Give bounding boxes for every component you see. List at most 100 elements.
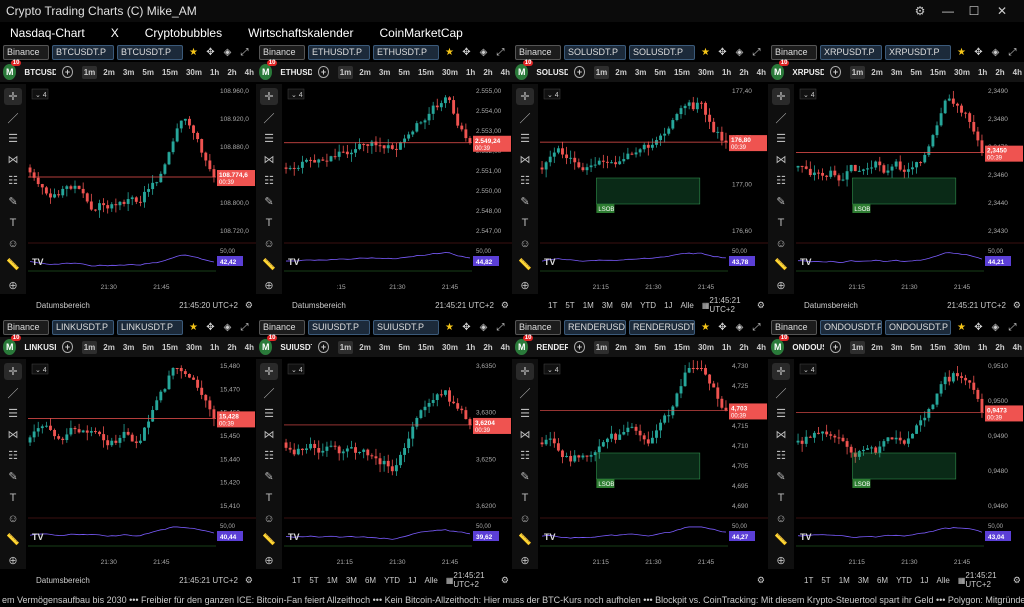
timeframe-2m[interactable]: 2m: [613, 66, 629, 79]
avatar[interactable]: M 10: [259, 335, 278, 355]
timeframe-5m[interactable]: 5m: [652, 66, 668, 79]
symbol-select[interactable]: SUIUSDT.P: [308, 319, 370, 335]
calendar-icon[interactable]: ▦: [702, 301, 710, 310]
range-button[interactable]: 1M: [327, 576, 338, 585]
emoji-icon[interactable]: ☺: [772, 235, 790, 252]
symbol-label[interactable]: BTCUSDT: [24, 68, 56, 77]
star-icon[interactable]: ★: [699, 46, 712, 59]
zoom-icon[interactable]: ⊕: [516, 277, 534, 294]
range-button[interactable]: YTD: [640, 301, 656, 310]
date-range-button[interactable]: Datumsbereich: [36, 301, 90, 310]
timeframe-15m[interactable]: 15m: [928, 66, 948, 79]
timeframe-15m[interactable]: 15m: [672, 66, 692, 79]
timeframe-1m[interactable]: 1m: [849, 65, 866, 79]
timeframe-30m[interactable]: 30m: [440, 66, 460, 79]
measure-icon[interactable]: ☷: [260, 447, 278, 464]
crosshair-icon[interactable]: ✛: [260, 363, 278, 380]
symbol-select[interactable]: ETHUSDT.P: [308, 44, 370, 60]
range-button[interactable]: 1T: [804, 576, 813, 585]
timeframe-5m[interactable]: 5m: [396, 66, 412, 79]
range-button[interactable]: 1M: [583, 301, 594, 310]
star-icon[interactable]: ★: [187, 46, 200, 59]
move-icon[interactable]: ✥: [972, 46, 985, 59]
fib-icon[interactable]: ☰: [260, 130, 278, 147]
timeframe-1h[interactable]: 1h: [208, 341, 221, 354]
timeframe-15m[interactable]: 15m: [672, 341, 692, 354]
menu-x[interactable]: X: [101, 26, 129, 40]
timeframe-3m[interactable]: 3m: [377, 66, 393, 79]
timeframe-30m[interactable]: 30m: [952, 341, 972, 354]
timeframe-1h[interactable]: 1h: [464, 341, 477, 354]
symbol-label[interactable]: ONDOUSDT: [792, 343, 824, 352]
pattern-icon[interactable]: ⋈: [4, 151, 22, 168]
add-symbol-icon[interactable]: +: [318, 66, 329, 78]
range-button[interactable]: Alle: [937, 576, 950, 585]
price-chart[interactable]: ⌄ 4108.960,0108.920,0108.880,0108.840,01…: [28, 85, 256, 295]
range-button[interactable]: YTD: [384, 576, 400, 585]
zoom-icon[interactable]: ⊕: [772, 552, 790, 569]
timeframe-1m[interactable]: 1m: [81, 65, 98, 79]
measure-icon[interactable]: ☷: [4, 447, 22, 464]
settings-icon[interactable]: ⚙: [757, 575, 765, 586]
timeframe-3m[interactable]: 3m: [121, 341, 137, 354]
avatar[interactable]: M 10: [259, 60, 278, 80]
trendline-icon[interactable]: ／: [260, 109, 278, 126]
date-range-button[interactable]: Datumsbereich: [292, 301, 346, 310]
maximize-panel-icon[interactable]: ⤢: [238, 321, 251, 334]
chart-panel[interactable]: Binance XRPUSDT.P XRPUSDT.P ★ ✥ ◈ ⤢ M 10 …: [768, 43, 1024, 315]
move-icon[interactable]: ✥: [204, 321, 217, 334]
emoji-icon[interactable]: ☺: [260, 510, 278, 527]
exchange-select[interactable]: Binance: [3, 44, 49, 60]
price-chart[interactable]: ⌄ 4LSOB177,40177,20177,00176,60176,8000:…: [540, 85, 768, 295]
brush-icon[interactable]: ✎: [260, 193, 278, 210]
timeframe-5m[interactable]: 5m: [908, 66, 924, 79]
range-button[interactable]: 1J: [408, 576, 416, 585]
pattern-icon[interactable]: ⋈: [516, 151, 534, 168]
chart-panel[interactable]: Binance LINKUSDT.P LINKUSDT.P ★ ✥ ◈ ⤢ M1…: [0, 318, 256, 590]
brush-icon[interactable]: ✎: [4, 193, 22, 210]
crosshair-icon[interactable]: ✛: [4, 363, 22, 380]
range-button[interactable]: 1T: [292, 576, 301, 585]
timeframe-2h[interactable]: 2h: [225, 66, 238, 79]
layers-icon[interactable]: ◈: [221, 321, 234, 334]
range-button[interactable]: 3M: [858, 576, 869, 585]
symbol-label[interactable]: LINKUSDT: [24, 343, 56, 352]
lsob-zone[interactable]: [852, 177, 957, 205]
timeframe-1h[interactable]: 1h: [720, 66, 733, 79]
timeframe-5m[interactable]: 5m: [140, 66, 156, 79]
lsob-zone[interactable]: [596, 452, 701, 480]
lsob-zone[interactable]: [596, 177, 701, 205]
timeframe-30m[interactable]: 30m: [952, 66, 972, 79]
pattern-icon[interactable]: ⋈: [772, 426, 790, 443]
timeframe-1m[interactable]: 1m: [337, 340, 354, 354]
trendline-icon[interactable]: ／: [4, 109, 22, 126]
move-icon[interactable]: ✥: [460, 46, 473, 59]
timeframe-2h[interactable]: 2h: [737, 341, 750, 354]
pattern-icon[interactable]: ⋈: [260, 151, 278, 168]
chart-panel[interactable]: Binance ONDOUSDT.P ONDOUSDT.P ★ ✥ ◈ ⤢ M1…: [768, 318, 1024, 590]
range-button[interactable]: 3M: [346, 576, 357, 585]
timeframe-2m[interactable]: 2m: [101, 66, 117, 79]
brush-icon[interactable]: ✎: [260, 468, 278, 485]
timeframe-1h[interactable]: 1h: [976, 66, 989, 79]
crosshair-icon[interactable]: ✛: [516, 88, 534, 105]
timeframe-2h[interactable]: 2h: [481, 341, 494, 354]
chart-panel[interactable]: Binance SOLUSDT.P SOLUSDT.P ★ ✥ ◈ ⤢ M 10 …: [512, 43, 768, 315]
settings-icon[interactable]: ⚙: [501, 575, 509, 586]
timeframe-3m[interactable]: 3m: [377, 341, 393, 354]
timeframe-3m[interactable]: 3m: [633, 66, 649, 79]
timeframe-4h[interactable]: 4h: [1011, 341, 1024, 354]
maximize-panel-icon[interactable]: ⤢: [238, 46, 251, 59]
timeframe-4h[interactable]: 4h: [755, 66, 768, 79]
layers-icon[interactable]: ◈: [221, 46, 234, 59]
range-button[interactable]: 3M: [602, 301, 613, 310]
ruler-icon[interactable]: 📏: [260, 531, 278, 548]
crosshair-icon[interactable]: ✛: [516, 363, 534, 380]
close-icon[interactable]: ✕: [990, 0, 1014, 22]
trendline-icon[interactable]: ／: [516, 384, 534, 401]
price-chart[interactable]: ⌄ 4 3,6350 3,6300 3,6250 3,6200 3,620400:39 50…: [284, 360, 512, 570]
add-symbol-icon[interactable]: +: [574, 341, 585, 353]
brush-icon[interactable]: ✎: [772, 193, 790, 210]
timeframe-2m[interactable]: 2m: [613, 341, 629, 354]
range-button[interactable]: 1T: [548, 301, 557, 310]
